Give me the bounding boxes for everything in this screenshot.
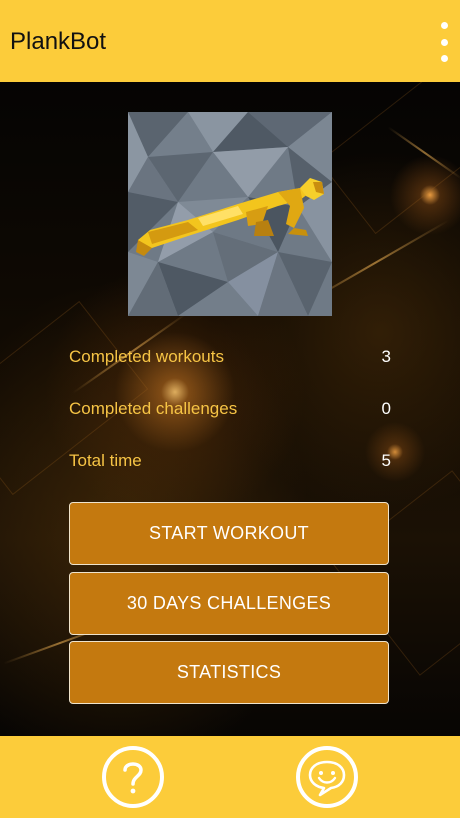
top-app-bar: PlankBot — [0, 0, 460, 82]
stat-value: 5 — [381, 451, 391, 470]
question-mark-icon — [123, 762, 143, 794]
start-workout-button[interactable]: START WORKOUT — [69, 502, 389, 565]
more-options-button[interactable] — [436, 22, 452, 62]
stat-completed-workouts: Completed workouts 3 — [69, 347, 391, 371]
app-title: PlankBot — [10, 28, 107, 55]
feedback-button[interactable] — [296, 746, 358, 808]
stat-total-time: Total time 5 — [69, 451, 391, 475]
statistics-button[interactable]: STATISTICS — [69, 641, 389, 704]
stat-label: Total time — [69, 451, 142, 470]
more-vertical-icon — [440, 22, 448, 29]
bottom-bar — [0, 736, 460, 818]
stat-label: Completed challenges — [69, 399, 238, 418]
chat-smiley-icon — [308, 760, 346, 797]
main-content: Completed workouts 3 Completed challenge… — [0, 82, 460, 736]
stat-completed-challenges: Completed challenges 0 — [69, 399, 391, 423]
stat-value: 0 — [381, 399, 391, 418]
background-decoration — [318, 82, 460, 235]
stat-value: 3 — [381, 347, 391, 366]
help-button[interactable] — [102, 746, 164, 808]
plank-figure-image — [128, 112, 332, 316]
stat-label: Completed workouts — [69, 347, 224, 366]
challenges-button[interactable]: 30 DAYS CHALLENGES — [69, 572, 389, 635]
